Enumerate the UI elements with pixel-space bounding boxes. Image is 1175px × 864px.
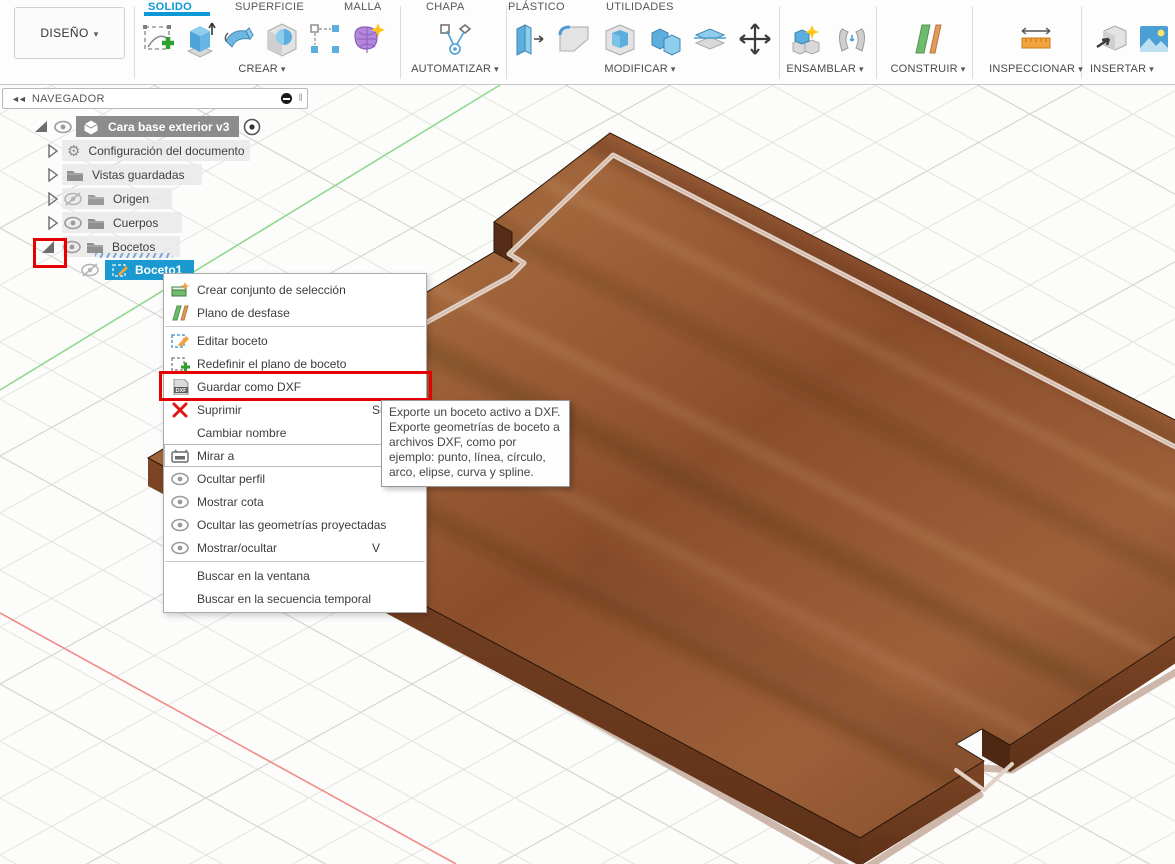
hole-icon[interactable] <box>264 21 300 59</box>
menu-item-find-in-window[interactable]: Buscar en la ventana <box>164 564 426 587</box>
combine-icon[interactable] <box>648 21 684 59</box>
folder-icon <box>88 218 104 229</box>
menu-item-show-hide[interactable]: Mostrar/ocultar V <box>164 536 426 559</box>
annotation-box-save-dxf <box>159 371 432 401</box>
display-settings-icon[interactable] <box>281 93 293 104</box>
group-label-inspeccionar[interactable]: INSPECCIONAR <box>989 63 1083 75</box>
joint-icon[interactable] <box>834 21 870 59</box>
menu-item-hide-projected-geometry[interactable]: Ocultar las geometrías proyectadas <box>164 513 426 536</box>
expand-arrow-icon[interactable] <box>47 191 59 206</box>
document-root-label: Cara base exterior v3 <box>108 119 230 134</box>
menu-item-find-in-timeline[interactable]: Buscar en la secuencia temporal <box>164 587 426 610</box>
eye-icon <box>171 541 189 554</box>
redefine-sketch-plane-icon <box>171 356 190 371</box>
eye-slash-icon[interactable] <box>63 191 83 206</box>
expand-arrow-icon[interactable] <box>47 143 59 158</box>
eye-icon <box>171 495 189 508</box>
sketch-icon <box>112 263 128 277</box>
insert-derive-icon[interactable] <box>1094 21 1130 59</box>
move-icon[interactable] <box>737 21 773 59</box>
group-label-modificar[interactable]: MODIFICAR <box>604 63 675 75</box>
measure-icon[interactable] <box>1018 21 1054 59</box>
create-form-icon[interactable] <box>349 21 385 59</box>
menu-item-edit-sketch[interactable]: Editar boceto <box>164 329 426 352</box>
group-label-construir[interactable]: CONSTRUIR <box>891 63 966 75</box>
active-tab-indicator <box>144 12 210 16</box>
edit-sketch-icon <box>171 333 189 348</box>
automate-icon[interactable] <box>437 21 473 59</box>
drag-hatch-indicator <box>95 253 173 258</box>
navigator-header[interactable]: ◄◄ NAVEGADOR ‖ <box>2 88 308 109</box>
tab-utilidades[interactable]: UTILIDADES <box>606 1 674 13</box>
tree-label: Origen <box>113 191 150 206</box>
menu-item-show-dimension[interactable]: Mostrar cota <box>164 490 426 513</box>
create-sketch-icon[interactable] <box>140 21 176 59</box>
revolve-icon[interactable] <box>222 21 258 59</box>
gear-icon: ⚙ <box>67 142 81 160</box>
panel-grip-icon[interactable]: ‖ <box>298 93 303 104</box>
collapse-panel-icon[interactable]: ◄◄ <box>11 94 27 104</box>
canvas-image-icon[interactable] <box>1136 21 1172 59</box>
tree-row-sketches[interactable]: Bocetos <box>0 236 180 258</box>
top-toolbar: DISEÑO SOLIDO SUPERFICIE MALLA CHAPA PLÁ… <box>0 0 1175 85</box>
eye-icon[interactable] <box>63 216 83 230</box>
eye-icon <box>171 472 189 485</box>
group-label-insertar[interactable]: INSERTAR <box>1090 63 1154 75</box>
rectangular-pattern-icon[interactable] <box>307 21 343 59</box>
menu-item-create-selection-set[interactable]: Crear conjunto de selección <box>164 278 426 301</box>
activate-radio-icon[interactable] <box>243 118 261 136</box>
tree-row-origin[interactable]: Origen <box>0 188 172 209</box>
eye-icon[interactable] <box>53 120 73 134</box>
tab-chapa[interactable]: CHAPA <box>426 1 465 13</box>
menu-item-offset-plane[interactable]: Plano de desfase <box>164 301 426 324</box>
tab-plastico[interactable]: PLÁSTICO <box>508 1 565 13</box>
design-menu-button[interactable]: DISEÑO <box>14 7 125 59</box>
fillet-icon[interactable] <box>556 21 592 59</box>
tree-row-bodies[interactable]: Cuerpos <box>0 212 182 233</box>
dxf-tooltip-text: Exporte un boceto activo a DXF. Exporte … <box>389 405 561 479</box>
delete-x-icon <box>172 402 188 417</box>
tree-row-saved-views[interactable]: Vistas guardadas <box>0 164 202 185</box>
tab-malla[interactable]: MALLA <box>344 1 382 13</box>
annotation-box-triangle <box>33 238 67 268</box>
group-label-ensamblar[interactable]: ENSAMBLAR <box>786 63 863 75</box>
tab-superficie[interactable]: SUPERFICIE <box>235 1 304 13</box>
menu-shortcut: V <box>372 540 381 555</box>
tree-label: Configuración del documento <box>88 143 245 158</box>
press-pull-icon[interactable] <box>512 21 548 59</box>
expand-arrow-icon[interactable] <box>47 167 59 182</box>
tree-label: Vistas guardadas <box>92 167 185 182</box>
folder-icon <box>88 194 104 205</box>
document-root-item[interactable]: Cara base exterior v3 <box>76 116 240 137</box>
expand-triangle-icon[interactable] <box>33 119 49 135</box>
navigator-title: NAVEGADOR <box>31 92 105 105</box>
component-cube-icon <box>83 118 99 136</box>
tree-row-root[interactable]: Cara base exterior v3 <box>0 116 261 137</box>
menu-separator <box>165 326 425 327</box>
look-at-icon <box>171 449 189 463</box>
group-label-automatizar[interactable]: AUTOMATIZAR <box>411 63 499 75</box>
folder-icon <box>67 170 83 181</box>
split-body-icon[interactable] <box>692 21 728 59</box>
offset-plane-icon <box>172 305 189 320</box>
chevron-down-icon <box>94 26 99 40</box>
construct-plane-icon[interactable] <box>910 21 946 59</box>
tree-row-doc-settings[interactable]: ⚙ Configuración del documento <box>0 140 250 161</box>
tree-label: Cuerpos <box>113 215 159 230</box>
group-label-crear[interactable]: CREAR <box>238 63 285 75</box>
expand-arrow-icon[interactable] <box>47 215 59 230</box>
design-menu-label: DISEÑO <box>40 26 89 40</box>
extrude-icon[interactable] <box>182 21 218 59</box>
new-component-icon[interactable] <box>790 21 826 59</box>
selection-set-icon <box>171 281 190 296</box>
menu-separator <box>165 561 425 562</box>
eye-icon <box>171 518 189 531</box>
eye-slash-icon[interactable] <box>80 262 100 277</box>
shell-icon[interactable] <box>602 21 638 59</box>
dxf-tooltip: Exporte un boceto activo a DXF. Exporte … <box>381 400 570 487</box>
folder-icon <box>87 242 103 253</box>
tree-label: Bocetos <box>112 239 156 254</box>
